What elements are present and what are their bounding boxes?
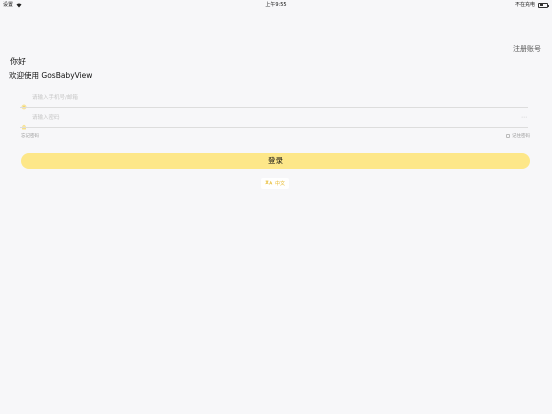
remember-checkbox[interactable] (506, 134, 510, 138)
status-time: 上午9:55 (265, 2, 287, 8)
charging-status: 不在充电 (514, 2, 535, 8)
phone-icon (21, 95, 27, 110)
translate-icon (265, 180, 273, 187)
greeting-title: 你好 (10, 57, 26, 66)
language-label: 中文 (275, 181, 286, 187)
account-input[interactable] (32, 93, 502, 103)
password-divider (20, 127, 528, 128)
account-divider (20, 107, 528, 108)
forgot-password-link[interactable]: 忘记密码 (21, 133, 39, 139)
status-right: 不在充电 (514, 0, 549, 10)
account-field (20, 90, 528, 110)
register-link[interactable]: 注册账号 (513, 44, 541, 54)
lock-icon (21, 115, 27, 130)
remember-password-toggle[interactable]: 记住密码 (506, 133, 530, 139)
remember-label: 记住密码 (512, 134, 530, 139)
language-switch[interactable]: 中文 (261, 178, 290, 189)
password-field: ⋯ (20, 110, 528, 130)
login-button[interactable]: 登录 (21, 153, 530, 169)
password-input[interactable] (32, 113, 502, 123)
eye-icon[interactable]: ⋯ (521, 114, 527, 121)
status-bar: 设置 上午9:55 不在充电 (0, 0, 552, 10)
welcome-text: 欢迎使用 GosBabyView (9, 71, 93, 80)
battery-icon (538, 2, 549, 8)
